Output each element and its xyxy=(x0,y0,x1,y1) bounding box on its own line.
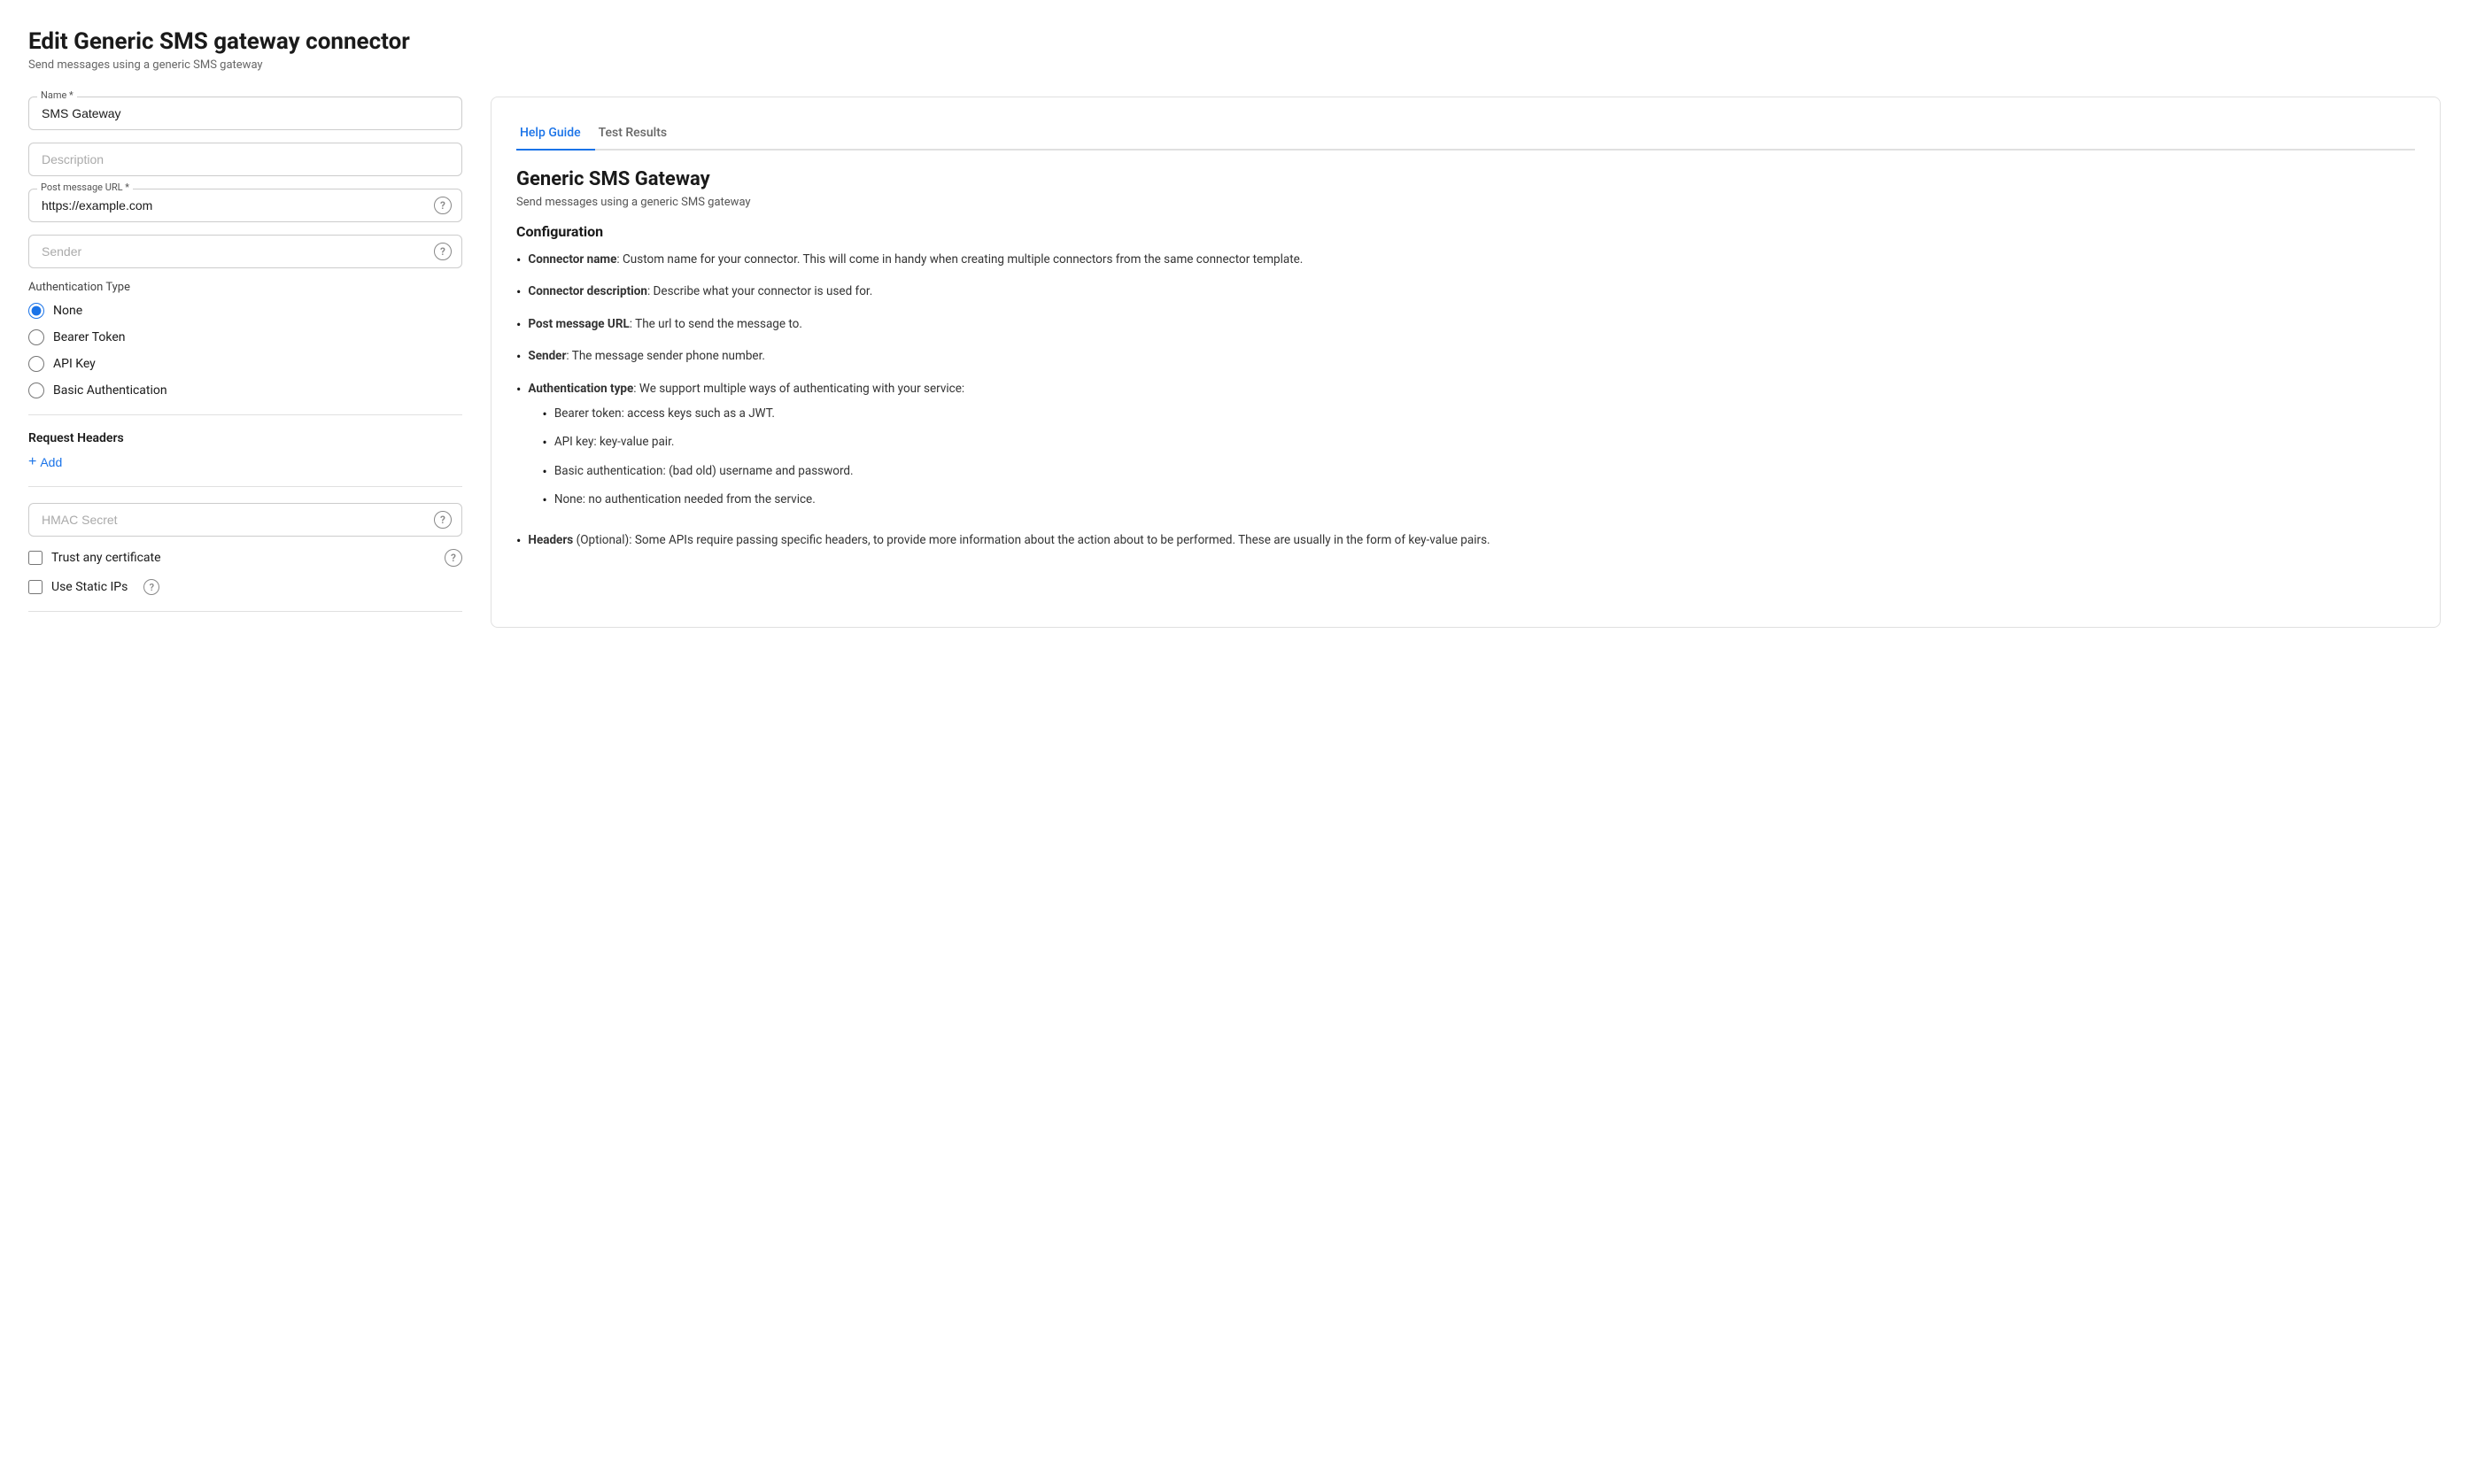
hmac-secret-group: ? xyxy=(28,503,462,537)
help-item-4-text: : The message sender phone number. xyxy=(566,349,764,363)
request-headers-label: Request Headers xyxy=(28,431,462,445)
plus-icon: + xyxy=(28,454,36,470)
radio-api-key-label: API Key xyxy=(53,357,96,371)
divider-2 xyxy=(28,486,462,487)
name-field-group: Name * xyxy=(28,97,462,130)
help-item-5: Authentication type: We support multiple… xyxy=(516,380,2415,520)
left-panel: Name * Post message URL * ? ? Authentica… xyxy=(28,97,462,628)
use-static-ips-group: Use Static IPs ? xyxy=(28,579,462,595)
right-panel: Help Guide Test Results Generic SMS Gate… xyxy=(491,97,2441,628)
auth-sub-list: Bearer token: access keys such as a JWT.… xyxy=(528,405,964,511)
tab-test-results[interactable]: Test Results xyxy=(595,119,681,151)
help-item-5-text: : We support multiple ways of authentica… xyxy=(633,382,964,396)
description-field-group xyxy=(28,143,462,176)
trust-cert-label: Trust any certificate xyxy=(51,551,161,565)
trust-cert-help-icon[interactable]: ? xyxy=(445,549,462,567)
post-message-url-group: Post message URL * ? xyxy=(28,189,462,222)
name-input[interactable] xyxy=(28,97,462,130)
description-input[interactable] xyxy=(28,143,462,176)
sender-input[interactable] xyxy=(28,235,462,268)
radio-group: None Bearer Token API Key Basic Authenti… xyxy=(28,303,462,398)
auth-sub-item-2: API key: key-value pair. xyxy=(542,433,964,452)
help-item-2-bold: Connector description xyxy=(528,284,647,298)
help-item-2-text: : Describe what your connector is used f… xyxy=(647,284,872,298)
post-url-help-icon[interactable]: ? xyxy=(434,197,452,214)
help-item-3-text: : The url to send the message to. xyxy=(630,317,802,331)
config-section-title: Configuration xyxy=(516,223,2415,240)
hmac-help-icon[interactable]: ? xyxy=(434,511,452,529)
page-layout: Name * Post message URL * ? ? Authentica… xyxy=(28,97,2441,628)
page-title: Edit Generic SMS gateway connector xyxy=(28,28,2441,55)
help-item-3-bold: Post message URL xyxy=(528,317,629,331)
use-static-ips-help-icon[interactable]: ? xyxy=(143,579,159,595)
sender-field-group: ? xyxy=(28,235,462,268)
help-item-4-bold: Sender xyxy=(528,349,566,363)
radio-none-input[interactable] xyxy=(28,303,44,319)
help-item-4: Sender: The message sender phone number. xyxy=(516,347,2415,367)
help-title: Generic SMS Gateway xyxy=(516,168,2415,190)
radio-bearer-token-input[interactable] xyxy=(28,329,44,345)
radio-api-key[interactable]: API Key xyxy=(28,356,462,372)
tab-help-guide[interactable]: Help Guide xyxy=(516,119,595,151)
radio-basic-auth-input[interactable] xyxy=(28,383,44,398)
help-list: Connector name: Custom name for your con… xyxy=(516,251,2415,552)
radio-none[interactable]: None xyxy=(28,303,462,319)
help-item-5-bold: Authentication type xyxy=(528,382,633,396)
help-item-3: Post message URL: The url to send the me… xyxy=(516,315,2415,335)
auth-sub-item-4: None: no authentication needed from the … xyxy=(542,491,964,510)
radio-bearer-token[interactable]: Bearer Token xyxy=(28,329,462,345)
help-item-1-text: : Custom name for your connector. This w… xyxy=(616,252,1303,267)
auth-type-label: Authentication Type xyxy=(28,281,462,294)
add-header-button[interactable]: + Add xyxy=(28,454,62,470)
help-item-6: Headers (Optional): Some APIs require pa… xyxy=(516,531,2415,551)
divider-1 xyxy=(28,414,462,415)
use-static-ips-checkbox[interactable] xyxy=(28,580,43,594)
help-item-6-optional: (Optional) xyxy=(573,533,629,547)
radio-none-label: None xyxy=(53,304,82,318)
help-subtitle: Send messages using a generic SMS gatewa… xyxy=(516,196,2415,209)
divider-3 xyxy=(28,611,462,612)
help-item-1-bold: Connector name xyxy=(528,252,616,267)
help-item-6-text: : Some APIs require passing specific hea… xyxy=(629,533,1490,547)
radio-bearer-token-label: Bearer Token xyxy=(53,330,126,344)
add-label: Add xyxy=(40,455,62,469)
use-static-ips-label: Use Static IPs xyxy=(51,580,128,594)
request-headers-group: Request Headers + Add xyxy=(28,431,462,470)
page-header: Edit Generic SMS gateway connector Send … xyxy=(28,28,2441,72)
sender-help-icon[interactable]: ? xyxy=(434,243,452,260)
auth-sub-item-1: Bearer token: access keys such as a JWT. xyxy=(542,405,964,424)
page-subtitle: Send messages using a generic SMS gatewa… xyxy=(28,58,2441,72)
trust-cert-checkbox[interactable] xyxy=(28,551,43,565)
trust-cert-group: Trust any certificate ? xyxy=(28,549,462,567)
radio-basic-auth-label: Basic Authentication xyxy=(53,383,167,398)
radio-api-key-input[interactable] xyxy=(28,356,44,372)
post-message-url-input[interactable] xyxy=(28,189,462,222)
radio-basic-auth[interactable]: Basic Authentication xyxy=(28,383,462,398)
help-item-1: Connector name: Custom name for your con… xyxy=(516,251,2415,270)
auth-type-group: Authentication Type None Bearer Token AP… xyxy=(28,281,462,398)
help-item-6-bold: Headers xyxy=(528,533,573,547)
tabs: Help Guide Test Results xyxy=(516,119,2415,151)
auth-sub-item-3: Basic authentication: (bad old) username… xyxy=(542,462,964,482)
hmac-secret-input[interactable] xyxy=(28,503,462,537)
help-item-2: Connector description: Describe what you… xyxy=(516,282,2415,302)
